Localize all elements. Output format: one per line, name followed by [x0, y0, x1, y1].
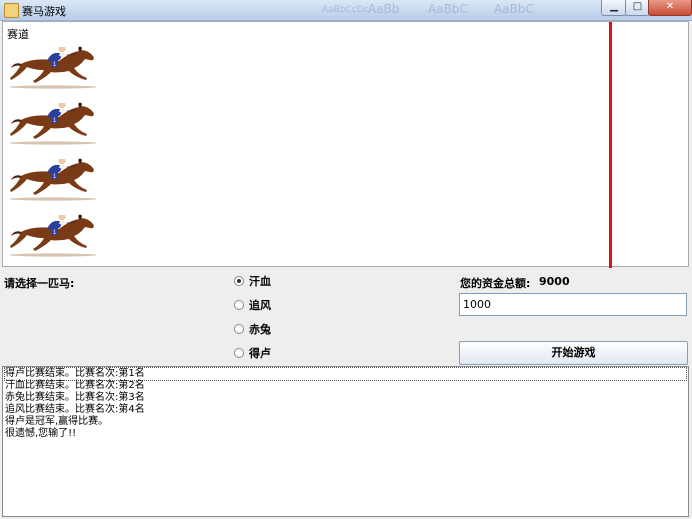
horse-radio-4[interactable]: 得卢	[234, 345, 271, 361]
close-button[interactable]: ✕	[648, 0, 692, 16]
funds-value: 9000	[539, 275, 570, 288]
radio-button[interactable]	[234, 300, 244, 310]
bet-amount-input[interactable]	[459, 293, 687, 316]
horse-radio-2[interactable]: 追风	[234, 297, 271, 313]
title-bar[interactable]: 赛马游戏 AaBbCcDc AaBb AaBbC AaBbC ▁ □ ✕	[0, 0, 692, 21]
horse-option-label: 得卢	[249, 347, 271, 360]
java-app-icon	[4, 3, 19, 18]
start-game-button[interactable]: 开始游戏	[459, 341, 688, 365]
choose-horse-label: 请选择一匹马:	[4, 277, 75, 290]
race-track-panel: 赛道 1 1 1 1	[2, 21, 689, 268]
log-line: 得卢是冠军,赢得比赛。	[5, 416, 109, 427]
horse-option-label: 追风	[249, 299, 271, 312]
horse-option-label: 赤兔	[249, 323, 271, 336]
log-line: 很遗憾,您输了!!	[5, 428, 77, 439]
horse-option-label: 汗血	[249, 275, 271, 288]
background-tab: AaBbC	[494, 2, 534, 16]
funds-label: 您的资金总额:	[460, 277, 531, 290]
track-label: 赛道	[7, 28, 29, 41]
background-tab: AaBb	[368, 2, 400, 16]
racehorse-with-jockey-icon: 1	[7, 98, 101, 146]
result-log-textarea[interactable]: 得卢比赛结束。比赛名次:第1名 汗血比赛结束。比赛名次:第2名 赤兔比赛结束。比…	[2, 366, 689, 517]
racehorse-with-jockey-icon: 1	[7, 42, 101, 90]
background-tab: AaBbC	[428, 2, 468, 16]
maximize-button[interactable]: □	[625, 0, 650, 16]
minimize-icon: ▁	[610, 1, 618, 12]
radio-button[interactable]	[234, 324, 244, 334]
log-line: 得卢比赛结束。比赛名次:第1名	[4, 367, 687, 381]
radio-button[interactable]	[234, 276, 244, 286]
maximize-icon: □	[632, 1, 643, 12]
log-line: 赤兔比赛结束。比赛名次:第3名	[5, 392, 145, 403]
close-icon: ✕	[665, 1, 675, 12]
log-line: 追风比赛结束。比赛名次:第4名	[5, 404, 145, 415]
finish-line	[609, 22, 612, 268]
radio-button[interactable]	[234, 348, 244, 358]
window-title: 赛马游戏	[22, 5, 66, 18]
racehorse-with-jockey-icon: 1	[7, 210, 101, 258]
minimize-button[interactable]: ▁	[601, 0, 627, 16]
horse-radio-3[interactable]: 赤兔	[234, 321, 271, 337]
log-line: 汗血比赛结束。比赛名次:第2名	[5, 380, 145, 391]
background-tab: AaBbCcDc	[322, 5, 369, 15]
racehorse-with-jockey-icon: 1	[7, 154, 101, 202]
horse-radio-1[interactable]: 汗血	[234, 273, 271, 289]
